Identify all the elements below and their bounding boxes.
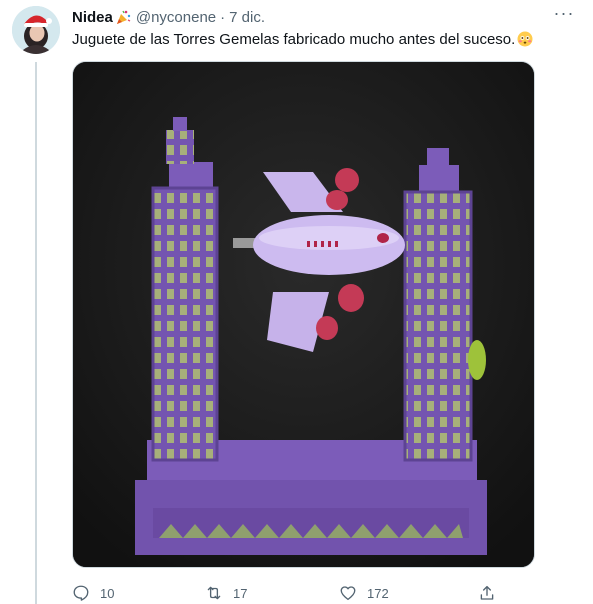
reply-icon — [73, 585, 89, 601]
like-count: 172 — [367, 585, 389, 601]
toy-photo — [73, 62, 534, 567]
reply-count: 10 — [100, 585, 115, 601]
heart-icon — [340, 586, 356, 601]
tweet-image[interactable] — [72, 61, 535, 568]
tweet-text-content: Juguete de las Torres Gemelas fabricado … — [72, 31, 516, 48]
author-name[interactable]: Nidea — [72, 9, 113, 26]
tweet[interactable]: Nidea @nyconene · 7 dic. ··· Juguete de … — [0, 0, 593, 604]
tweet-text: Juguete de las Torres Gemelas fabricado … — [72, 30, 577, 50]
party-popper-icon — [115, 9, 132, 26]
share-icon — [480, 585, 494, 600]
like-button[interactable]: 172 — [339, 584, 389, 602]
author-handle[interactable]: @nyconene — [136, 9, 216, 26]
retweet-button[interactable]: 17 — [205, 584, 247, 602]
more-options-icon[interactable]: ··· — [551, 4, 577, 26]
action-bar: 10 17 172 — [72, 582, 532, 604]
retweet-count: 17 — [233, 585, 248, 601]
tweet-header: Nidea @nyconene · 7 dic. — [72, 6, 581, 28]
reply-button[interactable]: 10 — [72, 584, 114, 602]
flushed-face-icon — [517, 31, 533, 47]
thread-line — [35, 62, 37, 604]
retweet-icon — [207, 586, 221, 600]
tweet-date[interactable]: 7 dic. — [229, 9, 265, 26]
share-button[interactable] — [478, 584, 506, 602]
avatar[interactable] — [12, 6, 60, 54]
separator-dot: · — [220, 8, 226, 26]
